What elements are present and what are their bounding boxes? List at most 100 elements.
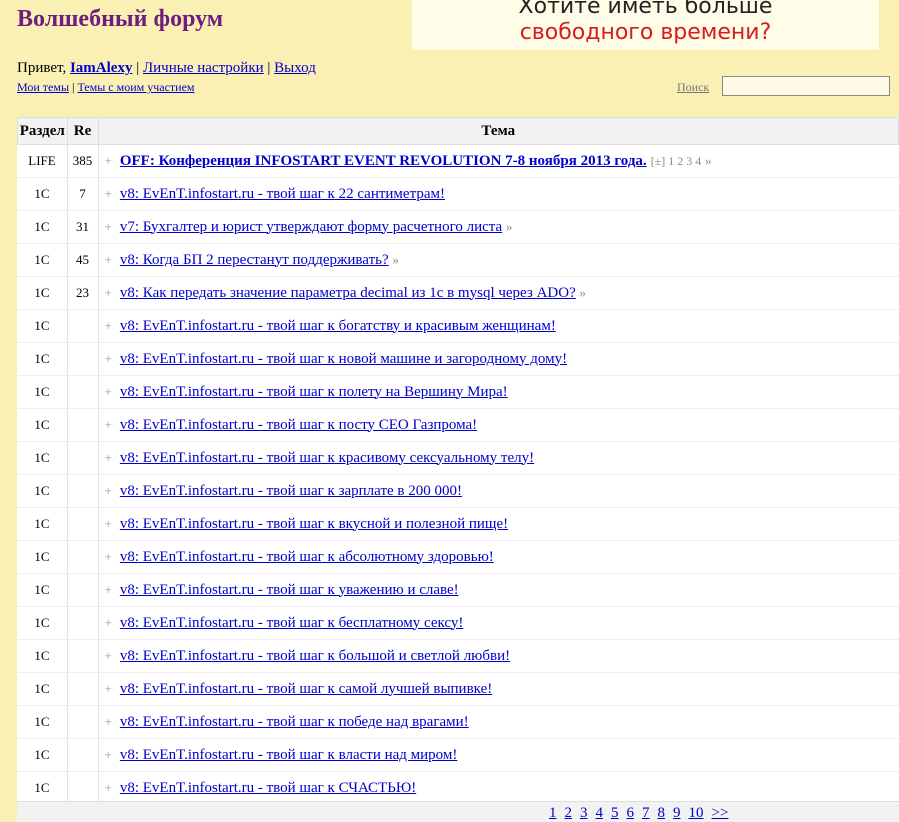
- site-title[interactable]: Волшебный форум: [17, 6, 223, 33]
- row-topic: + v8: Как передать значение параметра dec…: [98, 276, 899, 310]
- table-row: 1C + v8: EvEnT.infostart.ru - твой шаг к в…: [17, 738, 899, 772]
- last-page-icon[interactable]: »: [579, 285, 586, 300]
- expand-icon[interactable]: +: [105, 747, 112, 762]
- table-row: 1C + v8: EvEnT.infostart.ru - твой шаг к а…: [17, 540, 899, 574]
- topic-link[interactable]: v8: EvEnT.infostart.ru - твой шаг к уваж…: [120, 582, 459, 598]
- search-link[interactable]: Поиск: [677, 80, 709, 95]
- row-section: 1C: [17, 672, 68, 706]
- row-topic: + v8: EvEnT.infostart.ru - твой шаг к ува…: [98, 573, 899, 607]
- my-participation-link[interactable]: Темы с моим участием: [77, 80, 194, 94]
- topic-link[interactable]: v8: EvEnT.infostart.ru - твой шаг к побе…: [120, 714, 469, 730]
- username-link[interactable]: IamAlexy: [70, 60, 133, 76]
- row-topic: + v8: EvEnT.infostart.ru - твой шаг к бог…: [98, 309, 899, 343]
- table-row: 1C + v8: EvEnT.infostart.ru - твой шаг к с…: [17, 672, 899, 706]
- next-page-link[interactable]: >>: [712, 805, 729, 821]
- row-section: 1C: [17, 540, 68, 574]
- row-section: 1C: [17, 771, 68, 805]
- expand-icon[interactable]: +: [105, 351, 112, 366]
- row-replies: [67, 474, 99, 508]
- ad-banner[interactable]: Хотите иметь больше свободного времени?: [412, 0, 879, 50]
- topic-link[interactable]: OFF: Конференция INFOSTART EVENT REVOLUT…: [120, 153, 647, 169]
- table-row: 1C + v8: EvEnT.infostart.ru - твой шаг к С…: [17, 771, 899, 805]
- page-link[interactable]: 2: [565, 805, 573, 821]
- expand-icon[interactable]: +: [105, 780, 112, 795]
- row-topic: + v8: EvEnT.infostart.ru - твой шаг к бес…: [98, 606, 899, 640]
- topic-link[interactable]: v8: EvEnT.infostart.ru - твой шаг к вкус…: [120, 516, 508, 532]
- expand-icon[interactable]: +: [105, 648, 112, 663]
- page-link[interactable]: 10: [689, 805, 704, 821]
- topic-link[interactable]: v8: EvEnT.infostart.ru - твой шаг к 22 с…: [120, 186, 445, 202]
- table-row: 1C + v8: EvEnT.infostart.ru - твой шаг к б…: [17, 639, 899, 673]
- row-replies: [67, 342, 99, 376]
- topic-link[interactable]: v8: EvEnT.infostart.ru - твой шаг к поле…: [120, 384, 508, 400]
- expand-icon[interactable]: +: [105, 450, 112, 465]
- page-link[interactable]: 6: [627, 805, 635, 821]
- page-link[interactable]: 4: [596, 805, 604, 821]
- row-topic: + v8: EvEnT.infostart.ru - твой шаг к нов…: [98, 342, 899, 376]
- row-replies: [67, 672, 99, 706]
- table-row: 1C 7 + v8: EvEnT.infostart.ru - твой шаг к …: [17, 177, 899, 211]
- topic-link[interactable]: v8: EvEnT.infostart.ru - твой шаг к пост…: [120, 417, 477, 433]
- topic-link[interactable]: v7: Бухгалтер и юрист утверждают форму р…: [120, 219, 502, 235]
- topic-link[interactable]: v8: EvEnT.infostart.ru - твой шаг к само…: [120, 681, 492, 697]
- row-section: 1C: [17, 474, 68, 508]
- last-page-icon[interactable]: »: [506, 219, 513, 234]
- topics-table: Раздел Re Тема LIFE 385 + OFF: Конференция …: [17, 117, 899, 805]
- topic-link[interactable]: v8: EvEnT.infostart.ru - твой шаг к крас…: [120, 450, 534, 466]
- expand-icon[interactable]: +: [105, 285, 112, 300]
- topic-link[interactable]: v8: EvEnT.infostart.ru - твой шаг к боль…: [120, 648, 510, 664]
- last-page-icon[interactable]: »: [705, 153, 712, 168]
- expand-icon[interactable]: +: [105, 384, 112, 399]
- expand-icon[interactable]: +: [105, 252, 112, 267]
- row-topic: + v8: EvEnT.infostart.ru - твой шаг к вку…: [98, 507, 899, 541]
- table-row: 1C + v8: EvEnT.infostart.ru - твой шаг к п…: [17, 408, 899, 442]
- my-topics-link[interactable]: Мои темы: [17, 80, 69, 94]
- topic-link[interactable]: v8: EvEnT.infostart.ru - твой шаг к бога…: [120, 318, 556, 334]
- last-page-icon[interactable]: »: [392, 252, 399, 267]
- page-link[interactable]: 9: [673, 805, 681, 821]
- user-links: Мои темы | Темы с моим участием: [17, 80, 195, 95]
- page-link[interactable]: 8: [658, 805, 666, 821]
- expand-icon[interactable]: +: [105, 483, 112, 498]
- topic-link[interactable]: v8: EvEnT.infostart.ru - твой шаг к ново…: [120, 351, 567, 367]
- topic-link[interactable]: v8: EvEnT.infostart.ru - твой шаг к бесп…: [120, 615, 464, 631]
- topic-link[interactable]: v8: Когда БП 2 перестанут поддерживать?: [120, 252, 389, 268]
- expand-icon[interactable]: +: [105, 153, 112, 168]
- search-input[interactable]: [722, 76, 890, 96]
- expand-icon[interactable]: +: [105, 549, 112, 564]
- row-replies: [67, 441, 99, 475]
- expand-icon[interactable]: +: [105, 681, 112, 696]
- expand-icon[interactable]: +: [105, 219, 112, 234]
- row-replies: [67, 507, 99, 541]
- row-section: 1C: [17, 408, 68, 442]
- topic-link[interactable]: v8: EvEnT.infostart.ru - твой шаг к зарп…: [120, 483, 462, 499]
- topic-link[interactable]: v8: Как передать значение параметра deci…: [120, 285, 576, 301]
- row-replies: [67, 375, 99, 409]
- page-link[interactable]: 7: [642, 805, 650, 821]
- expand-icon[interactable]: +: [105, 516, 112, 531]
- expand-icon[interactable]: +: [105, 615, 112, 630]
- expand-icon[interactable]: +: [105, 186, 112, 201]
- topic-link[interactable]: v8: EvEnT.infostart.ru - твой шаг к влас…: [120, 747, 458, 763]
- separator: |: [263, 60, 275, 76]
- topic-link[interactable]: v8: EvEnT.infostart.ru - твой шаг к СЧАС…: [120, 780, 416, 796]
- page-link[interactable]: 3: [580, 805, 588, 821]
- topic-link[interactable]: v8: EvEnT.infostart.ru - твой шаг к абсо…: [120, 549, 494, 565]
- settings-link[interactable]: Личные настройки: [143, 60, 264, 76]
- banner-line-1: Хотите иметь больше: [518, 0, 773, 19]
- table-row: 1C + v8: EvEnT.infostart.ru - твой шаг к б…: [17, 606, 899, 640]
- expand-icon[interactable]: +: [105, 582, 112, 597]
- expand-icon[interactable]: +: [105, 417, 112, 432]
- table-row: 1C + v8: EvEnT.infostart.ru - твой шаг к в…: [17, 507, 899, 541]
- row-section: 1C: [17, 705, 68, 739]
- page-link[interactable]: 5: [611, 805, 619, 821]
- expand-icon[interactable]: +: [105, 318, 112, 333]
- row-section: 1C: [17, 177, 68, 211]
- page-link[interactable]: 1: [549, 805, 557, 821]
- topic-pages[interactable]: [±] 1 2 3 4: [651, 154, 702, 168]
- table-row: 1C 23 + v8: Как передать значение параметра…: [17, 276, 899, 310]
- expand-icon[interactable]: +: [105, 714, 112, 729]
- logout-link[interactable]: Выход: [274, 60, 316, 76]
- row-section: 1C: [17, 342, 68, 376]
- table-row: 1C + v8: EvEnT.infostart.ru - твой шаг к к…: [17, 441, 899, 475]
